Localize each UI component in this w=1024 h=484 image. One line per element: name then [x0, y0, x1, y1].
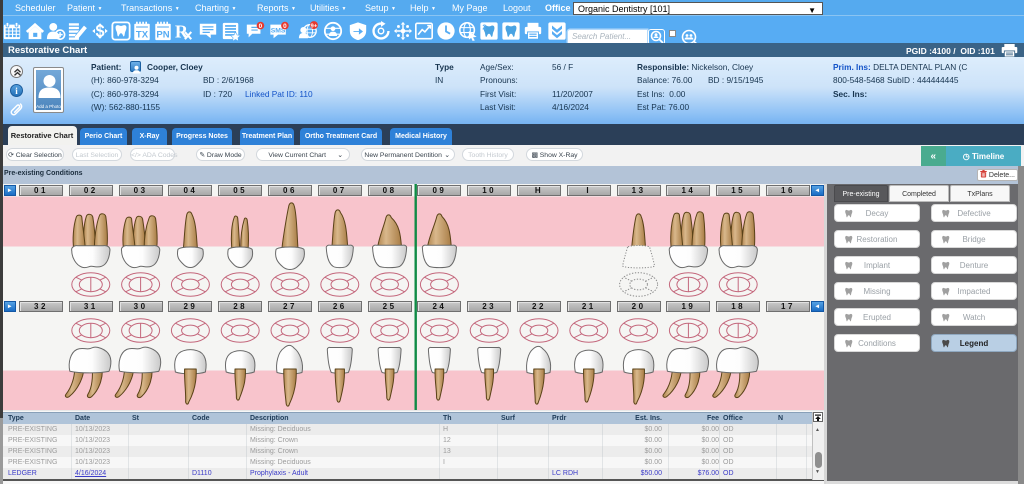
svg-text:TX: TX [136, 29, 149, 40]
svg-text:2: 2 [482, 22, 486, 31]
svg-text:PN: PN [156, 29, 169, 40]
svg-text:9+: 9+ [311, 23, 318, 29]
svg-text:0: 0 [259, 22, 263, 29]
svg-text:0: 0 [283, 22, 287, 29]
